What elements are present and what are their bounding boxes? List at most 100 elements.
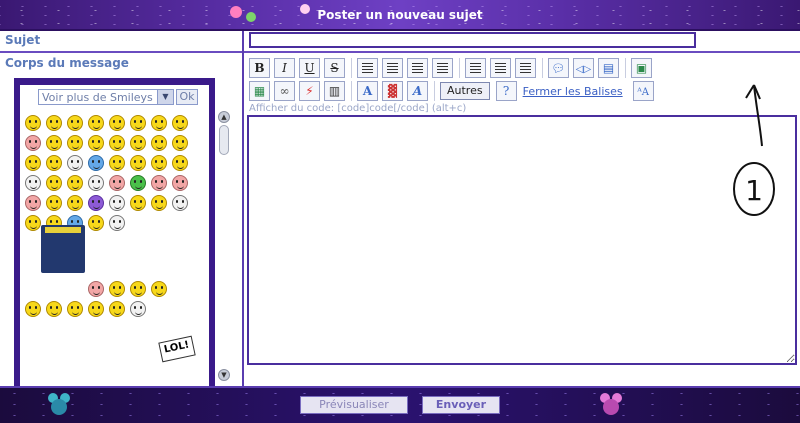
smiley-icon[interactable] [88, 135, 104, 151]
smiley-icon[interactable] [25, 115, 41, 131]
smiley-icon[interactable] [46, 115, 62, 131]
smiley-icon[interactable] [88, 215, 104, 231]
jeans-smiley-icon[interactable] [41, 225, 85, 273]
smiley-icon[interactable] [109, 301, 125, 317]
smiley-icon[interactable] [67, 195, 83, 211]
align-left-button[interactable] [357, 58, 378, 78]
code-button[interactable]: ◁▷ [573, 58, 594, 78]
smiley-icon[interactable] [130, 175, 146, 191]
smiley-icon[interactable] [172, 115, 188, 131]
smiley-icon[interactable] [25, 155, 41, 171]
smiley-list[interactable]: Voir plus de Smileys ▼ Ok LOL! [20, 85, 209, 386]
smiley-icon[interactable] [130, 195, 146, 211]
smiley-category-select[interactable]: Voir plus de Smileys ▼ [38, 89, 174, 105]
lol-sign-smiley[interactable]: LOL! [158, 335, 196, 363]
film-icon: ▥ [328, 84, 341, 98]
smiley-icon[interactable] [88, 175, 104, 191]
smiley-icon[interactable] [46, 175, 62, 191]
send-button[interactable]: Envoyer [422, 396, 500, 414]
smiley-icon[interactable] [130, 301, 146, 317]
smiley-icon[interactable] [151, 175, 167, 191]
smiley-icon[interactable] [25, 175, 41, 191]
bullet-list-button[interactable] [465, 58, 486, 78]
smiley-icon[interactable] [109, 281, 125, 297]
table-button[interactable]: ▤ [598, 58, 619, 78]
smiley-icon[interactable] [46, 301, 62, 317]
underline-button[interactable]: U [299, 58, 320, 78]
smiley-icon[interactable] [130, 135, 146, 151]
smiley-icon[interactable] [151, 195, 167, 211]
insert-image-button[interactable]: ▦ [249, 81, 270, 101]
code-hint: Afficher du code: [code]code[/code] (alt… [249, 103, 467, 114]
smiley-icon[interactable] [25, 195, 41, 211]
smiley-icon[interactable] [88, 115, 104, 131]
link-button[interactable]: ∞ [274, 81, 295, 101]
smiley-scrollbar[interactable]: ▲ ▼ [218, 111, 230, 381]
smiley-icon[interactable] [46, 195, 62, 211]
font-color-button[interactable]: ▓ [382, 81, 403, 101]
toolbar-separator [434, 81, 435, 101]
smiley-icon[interactable] [88, 281, 104, 297]
smiley-icon[interactable] [172, 175, 188, 191]
bold-button[interactable]: B [249, 58, 270, 78]
smiley-icon[interactable] [46, 135, 62, 151]
smiley-icon[interactable] [67, 155, 83, 171]
smiley-icon[interactable] [172, 135, 188, 151]
align-center-button[interactable] [382, 58, 403, 78]
italic-button[interactable]: I [274, 58, 295, 78]
smiley-icon[interactable] [130, 281, 146, 297]
help-icon: ? [502, 84, 510, 98]
left-panel: Sujet Corps du message Voir plus de Smil… [0, 31, 244, 386]
smiley-icon[interactable] [151, 135, 167, 151]
font-format-button[interactable]: ᴬA [632, 81, 654, 101]
smiley-icon[interactable] [109, 175, 125, 191]
scroll-up-icon[interactable]: ▲ [218, 111, 230, 123]
font-size-button[interactable]: A [357, 81, 378, 101]
preview-button[interactable]: Prévisualiser [300, 396, 408, 414]
smiley-icon[interactable] [67, 175, 83, 191]
smiley-icon[interactable] [109, 215, 125, 231]
smiley-icon[interactable] [88, 155, 104, 171]
smiley-icon[interactable] [172, 195, 188, 211]
smiley-icon[interactable] [25, 301, 41, 317]
smiley-icon[interactable] [109, 155, 125, 171]
smiley-icon[interactable] [88, 195, 104, 211]
horizontal-rule-button[interactable] [515, 58, 536, 78]
smiley-icon[interactable] [172, 155, 188, 171]
strike-button[interactable]: S [324, 58, 345, 78]
smiley-icon[interactable] [25, 135, 41, 151]
smiley-icon[interactable] [151, 115, 167, 131]
smiley-icon[interactable] [67, 301, 83, 317]
justify-button[interactable] [432, 58, 453, 78]
smiley-icon[interactable] [46, 155, 62, 171]
smiley-icon[interactable] [151, 281, 167, 297]
smiley-icon[interactable] [88, 301, 104, 317]
chevron-down-icon[interactable]: ▼ [157, 90, 173, 104]
smiley-icon[interactable] [151, 155, 167, 171]
smiley-icon[interactable] [109, 115, 125, 131]
video-button[interactable]: ▥ [324, 81, 345, 101]
smiley-icon[interactable] [109, 135, 125, 151]
image-button[interactable]: ▣ [631, 58, 652, 78]
message-textarea[interactable] [247, 115, 797, 365]
smiley-icon[interactable] [130, 155, 146, 171]
quote-button[interactable]: 💬︎ [548, 58, 569, 78]
subject-input[interactable] [249, 32, 696, 48]
smiley-icon[interactable] [25, 215, 41, 231]
smiley-icon[interactable] [67, 135, 83, 151]
close-tags-link[interactable]: Fermer les Balises [523, 85, 623, 98]
scroll-thumb[interactable] [219, 125, 229, 155]
justify-icon [437, 63, 448, 73]
smiley-icon[interactable] [130, 115, 146, 131]
ok-button[interactable]: Ok [176, 89, 198, 105]
font-family-button[interactable]: A [407, 81, 428, 101]
smiley-icon[interactable] [67, 115, 83, 131]
align-right-button[interactable] [407, 58, 428, 78]
autres-button[interactable]: Autres [440, 82, 490, 100]
help-button[interactable]: ? [495, 81, 517, 101]
scroll-down-icon[interactable]: ▼ [218, 369, 230, 381]
numbered-list-button[interactable] [490, 58, 511, 78]
mickey-icon [600, 393, 622, 415]
smiley-icon[interactable] [109, 195, 125, 211]
flash-button[interactable]: ⚡︎ [299, 81, 320, 101]
